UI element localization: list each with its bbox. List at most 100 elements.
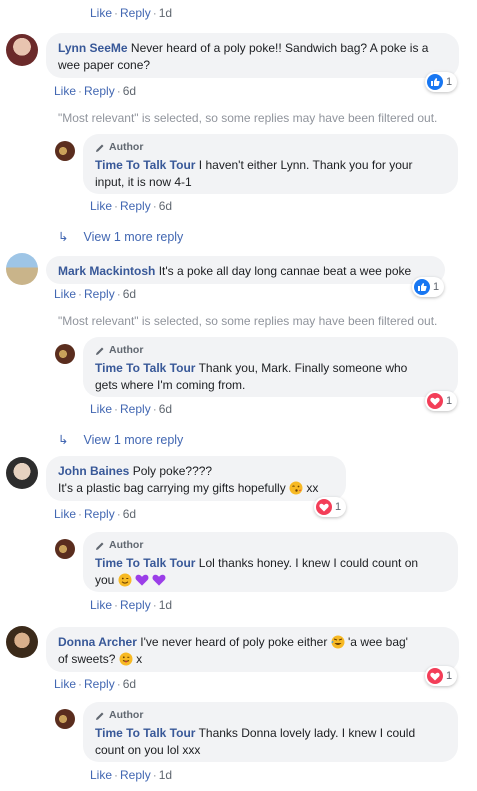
timestamp[interactable]: 6d xyxy=(123,287,136,301)
timestamp[interactable]: 6d xyxy=(123,677,136,691)
reply-action-row: Like · Reply · 6d xyxy=(90,402,172,416)
reply-author-name[interactable]: Time To Talk Tour xyxy=(95,726,195,740)
reply-link[interactable]: Reply xyxy=(84,507,115,521)
pencil-icon xyxy=(96,712,104,720)
timestamp[interactable]: 6d xyxy=(123,507,136,521)
like-link[interactable]: Like xyxy=(54,507,76,521)
like-link[interactable]: Like xyxy=(90,6,112,20)
avatar[interactable] xyxy=(6,626,38,658)
comment-text-line2: of sweets? xyxy=(58,652,116,666)
comment-action-row: Like · Reply · 6d xyxy=(54,677,136,691)
separator: · xyxy=(78,677,83,691)
comment-bubble: Mark Mackintosh It's a poke all day long… xyxy=(46,256,445,284)
like-link[interactable]: Like xyxy=(90,768,112,782)
timestamp[interactable]: 6d xyxy=(159,402,172,416)
page-avatar[interactable] xyxy=(55,709,75,729)
timestamp[interactable]: 1d xyxy=(159,768,172,782)
separator: · xyxy=(114,598,119,612)
author-label: Author xyxy=(109,344,144,356)
reply-arrow-icon: ↳ xyxy=(58,230,69,244)
comment-author-name[interactable]: Mark Mackintosh xyxy=(58,264,155,278)
comment-text-suffix: x xyxy=(136,652,143,666)
comment-action-row: Like · Reply · 6d xyxy=(54,287,136,301)
reaction-count: 1 xyxy=(446,395,453,407)
reply-link[interactable]: Reply xyxy=(120,402,151,416)
comment-text-line1: I've never heard of poly poke either xyxy=(140,635,328,649)
reply-bubble: Author Time To Talk Tour Thanks Donna lo… xyxy=(83,702,458,762)
rofl-emoji-icon xyxy=(331,635,345,649)
tongue-wink-emoji-icon xyxy=(119,652,133,666)
timestamp[interactable]: 1d xyxy=(159,598,172,612)
page-avatar[interactable] xyxy=(55,539,75,559)
reaction-badge[interactable]: 1 xyxy=(425,666,458,686)
timestamp[interactable]: 1d xyxy=(159,6,172,20)
reply-bubble: Author Time To Talk Tour Thank you, Mark… xyxy=(83,337,458,397)
reply-author-name[interactable]: Time To Talk Tour xyxy=(95,158,195,172)
separator: · xyxy=(78,84,83,98)
reaction-badge[interactable]: 1 xyxy=(314,497,347,517)
reaction-badge[interactable]: 1 xyxy=(425,391,458,411)
reaction-count: 1 xyxy=(446,76,453,88)
page-avatar[interactable] xyxy=(55,141,75,161)
view-more-label: View 1 more reply xyxy=(83,230,184,244)
timestamp[interactable]: 6d xyxy=(159,199,172,213)
like-link[interactable]: Like xyxy=(90,402,112,416)
view-more-label: View 1 more reply xyxy=(83,433,184,447)
reply-link[interactable]: Reply xyxy=(120,6,151,20)
comment-bubble: Lynn SeeMe Never heard of a poly poke!! … xyxy=(46,33,459,78)
comment-author-name[interactable]: Lynn SeeMe xyxy=(58,41,128,55)
reply-bubble: Author Time To Talk Tour Lol thanks hone… xyxy=(83,532,458,592)
pencil-icon xyxy=(96,542,104,550)
separator: · xyxy=(114,402,119,416)
wink-emoji-icon xyxy=(118,573,132,587)
reply-text-line1: Thanks Donna lovely lady. I knew I could xyxy=(198,726,416,740)
like-link[interactable]: Like xyxy=(54,287,76,301)
pencil-icon xyxy=(96,144,104,152)
avatar[interactable] xyxy=(6,457,38,489)
reply-action-row: Like · Reply · 1d xyxy=(90,768,172,782)
reaction-badge[interactable]: 1 xyxy=(425,72,458,92)
page-avatar[interactable] xyxy=(55,344,75,364)
like-link[interactable]: Like xyxy=(54,84,76,98)
reply-text-line2: count on you lol xxx xyxy=(95,743,201,757)
reply-text-line1: Lol thanks honey. I knew I could count o… xyxy=(198,556,419,570)
reply-text-line2: gets where I'm coming from. xyxy=(95,378,246,392)
love-reaction-icon xyxy=(427,393,443,409)
reply-link[interactable]: Reply xyxy=(120,598,151,612)
comment-author-name[interactable]: John Baines xyxy=(58,464,129,478)
avatar[interactable] xyxy=(6,34,38,66)
separator: · xyxy=(116,84,121,98)
separator: · xyxy=(152,768,157,782)
comment-text-line1: Poly poke???? xyxy=(132,464,213,478)
author-badge: Author xyxy=(95,537,446,554)
author-badge: Author xyxy=(95,707,446,724)
reaction-badge[interactable]: 1 xyxy=(412,277,445,297)
view-more-replies-link[interactable]: ↳ View 1 more reply xyxy=(58,432,183,447)
view-more-replies-link[interactable]: ↳ View 1 more reply xyxy=(58,229,183,244)
comment-author-name[interactable]: Donna Archer xyxy=(58,635,137,649)
separator: · xyxy=(114,199,119,213)
separator: · xyxy=(78,507,83,521)
filter-notice: "Most relevant" is selected, so some rep… xyxy=(58,111,438,125)
reply-author-name[interactable]: Time To Talk Tour xyxy=(95,361,195,375)
reply-action-row: Like · Reply · 6d xyxy=(90,199,172,213)
reply-author-name[interactable]: Time To Talk Tour xyxy=(95,556,195,570)
like-link[interactable]: Like xyxy=(54,677,76,691)
reply-text-line2: input, it is now 4-1 xyxy=(95,175,192,189)
like-link[interactable]: Like xyxy=(90,598,112,612)
comment-action-row: Like · Reply · 6d xyxy=(54,507,136,521)
comment-text-line2: It's a plastic bag carrying my gifts hop… xyxy=(58,481,286,495)
reply-link[interactable]: Reply xyxy=(120,199,151,213)
reply-link[interactable]: Reply xyxy=(84,84,115,98)
timestamp[interactable]: 6d xyxy=(123,84,136,98)
like-link[interactable]: Like xyxy=(90,199,112,213)
reply-link[interactable]: Reply xyxy=(84,677,115,691)
reply-link[interactable]: Reply xyxy=(84,287,115,301)
separator: · xyxy=(152,598,157,612)
reply-link[interactable]: Reply xyxy=(120,768,151,782)
comment-bubble: Donna Archer I've never heard of poly po… xyxy=(46,627,459,672)
reply-text-line2: you xyxy=(95,573,115,587)
purple-heart-icon xyxy=(135,574,149,586)
avatar[interactable] xyxy=(6,253,38,285)
reaction-count: 1 xyxy=(335,501,342,513)
